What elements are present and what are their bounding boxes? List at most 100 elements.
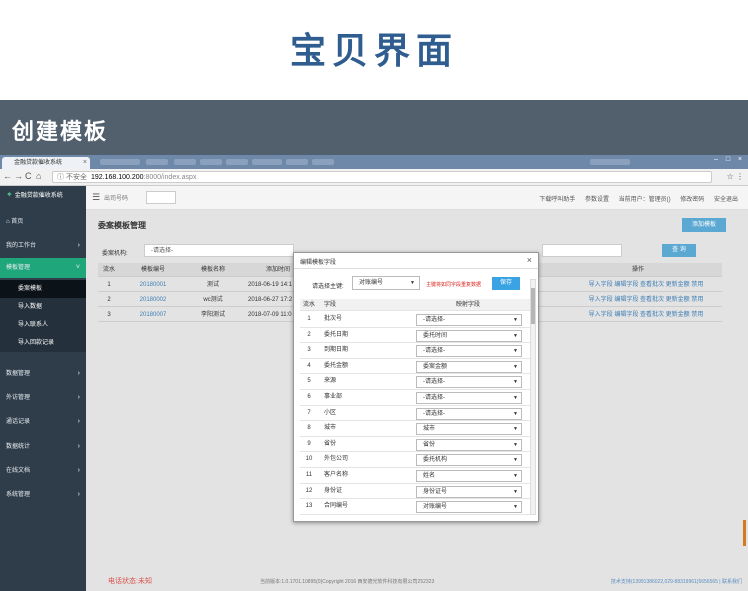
field-name: 外包公司: [324, 456, 349, 463]
sidebar-item-stats[interactable]: 数据统计 ›: [0, 437, 86, 457]
row-index: 11: [305, 472, 313, 478]
mapping-value: -请选择-: [423, 348, 445, 355]
column-header: 模板名称: [200, 267, 225, 273]
map-cell: 身份证号 ▼: [414, 484, 522, 499]
maximize-icon[interactable]: □: [722, 156, 734, 163]
row-index: 13: [305, 503, 313, 510]
download-helper-link[interactable]: 下载呼叫助手: [539, 197, 575, 203]
column-header: 映射字段: [455, 302, 480, 308]
cell-actions[interactable]: 导入字段 编辑字段 查看批次 更新金额 禁用: [576, 308, 716, 322]
mapping-select[interactable]: 城市 ▼: [416, 423, 522, 436]
mapping-row: 9 省份 省份 ▼: [300, 437, 530, 453]
sidebar-item-label: 在线文档: [6, 468, 31, 474]
sidebar-item-data[interactable]: 数据管理 ›: [0, 364, 86, 384]
mapping-table-header: 流水 字段 映射字段: [300, 299, 530, 311]
cell-code[interactable]: 20180007: [128, 308, 178, 322]
cell-actions[interactable]: 导入字段 编辑字段 查看批次 更新金额 禁用: [576, 293, 716, 307]
mapping-select[interactable]: -请选择- ▼: [416, 407, 522, 420]
chevron-right-icon: ›: [77, 443, 80, 450]
modal-scrollbar[interactable]: [530, 279, 536, 515]
mapping-select[interactable]: -请选择- ▼: [416, 376, 522, 389]
sidebar-item-templates[interactable]: 模板管理 ˅: [0, 258, 86, 278]
home-icon[interactable]: ⌂: [36, 171, 47, 181]
sidebar-subitem-import-data[interactable]: 导入数据: [0, 298, 86, 316]
page-title: 委案模板管理: [98, 221, 146, 230]
primary-key-select[interactable]: 对账编号 ▼: [352, 276, 420, 290]
row-index: 12: [305, 487, 313, 494]
back-icon[interactable]: ←: [3, 171, 14, 181]
sidebar: ✦ 金融贷款催收系统 ⌂ 首页 我的工作台 › 模板管理 ˅ 委案模板 导入数据 导入…: [0, 186, 86, 591]
security-indicator[interactable]: ⓘ 不安全: [57, 174, 87, 181]
tab-placeholder: [200, 159, 222, 165]
map-cell: -请选择- ▼: [414, 406, 522, 421]
browser-menu-icon[interactable]: ⋮: [736, 172, 744, 181]
close-window-icon[interactable]: ×: [734, 156, 746, 163]
cell-code[interactable]: 20180002: [128, 293, 178, 307]
hero-title: 宝贝界面: [289, 30, 458, 72]
mapping-row: 5 来源 -请选择- ▼: [300, 374, 530, 390]
field-name: 合同编号: [324, 503, 349, 510]
map-cell: 省份 ▼: [414, 437, 522, 452]
mapping-select[interactable]: -请选择- ▼: [416, 345, 522, 358]
minimize-icon[interactable]: –: [710, 156, 722, 163]
reload-icon[interactable]: C: [25, 171, 36, 181]
row-index: 5: [307, 378, 311, 385]
close-icon[interactable]: ×: [527, 255, 532, 265]
mapping-row: 6 事业部 -请选择- ▼: [300, 390, 530, 406]
sidebar-item-calls[interactable]: 通话记录 ›: [0, 412, 86, 432]
mapping-row: 1 批次号 -请选择- ▼: [300, 312, 530, 328]
query-button[interactable]: 查 询: [662, 244, 696, 257]
change-password-link[interactable]: 修改密码: [680, 197, 704, 203]
cell-actions[interactable]: 导入字段 编辑字段 查看批次 更新金额 禁用: [576, 278, 716, 292]
sidebar-subitem-case-template[interactable]: 委案模板: [0, 280, 86, 298]
mapping-select[interactable]: -请选择- ▼: [416, 392, 522, 404]
scrollbar-thumb[interactable]: [531, 288, 535, 324]
tab-close-icon[interactable]: ×: [83, 157, 87, 169]
caret-down-icon: ▼: [513, 410, 518, 417]
caller-id-input[interactable]: [146, 191, 176, 204]
column-header: 流水: [302, 302, 315, 308]
map-cell: 委案金额 ▼: [414, 359, 522, 374]
footer-support[interactable]: 技术支持(13991386022,029-88319961)5656565 | …: [611, 578, 742, 585]
mapping-select[interactable]: 对账编号 ▼: [416, 501, 522, 514]
browser-tab[interactable]: 金融贷款催收系统 ×: [2, 157, 90, 169]
save-button[interactable]: 保存: [492, 277, 520, 290]
sidebar-subitem-label: 导入回款记录: [18, 340, 55, 346]
logout-link[interactable]: 安全退出: [714, 197, 738, 203]
sidebar-item-workbench[interactable]: 我的工作台 ›: [0, 236, 86, 256]
mapping-select[interactable]: -请选择- ▼: [416, 314, 522, 326]
sidebar-item-visits[interactable]: 外访管理 ›: [0, 388, 86, 408]
settings-link[interactable]: 参数设置: [585, 197, 609, 203]
sidebar-item-system[interactable]: 系统管理 ›: [0, 485, 86, 505]
sidebar-subitem-import-contacts[interactable]: 导入联系人: [0, 316, 86, 334]
mapping-select[interactable]: 委案金额 ▼: [416, 360, 522, 373]
url-input[interactable]: ⓘ 不安全 192.168.100.200:8000/index.aspx: [52, 171, 712, 183]
map-cell: -请选择- ▼: [414, 343, 522, 358]
mapping-select[interactable]: 省份 ▼: [416, 438, 522, 451]
map-cell: -请选择- ▼: [414, 390, 522, 405]
row-index: 9: [307, 440, 311, 447]
mapping-row: 8 城市 城市 ▼: [300, 421, 530, 437]
hero-header: 宝贝界面: [0, 0, 748, 100]
sidebar-item-docs[interactable]: 在线文档 ›: [0, 461, 86, 481]
forward-icon[interactable]: →: [14, 171, 25, 181]
modal-header: 编辑模板字段 ×: [294, 253, 538, 269]
add-template-button[interactable]: 添加模板: [682, 218, 726, 232]
sidebar-subitem-import-payments[interactable]: 导入回款记录: [0, 334, 86, 352]
hamburger-icon[interactable]: ☰: [92, 192, 100, 203]
secondary-filter-input[interactable]: [542, 244, 622, 257]
bookmark-star-icon[interactable]: ☆: [727, 172, 734, 181]
mapping-value: 城市: [423, 426, 436, 433]
mapping-select[interactable]: 姓名 ▼: [416, 470, 522, 482]
sidebar-item-home[interactable]: ⌂ 首页: [0, 212, 86, 232]
field-name: 来源: [324, 378, 337, 385]
cell-name: 测试: [206, 282, 219, 288]
mapping-select[interactable]: 身份证号 ▼: [416, 485, 522, 498]
cell-code[interactable]: 20180001: [128, 278, 178, 292]
field-name: 身份证: [324, 487, 343, 494]
page-edge-marker: [743, 520, 746, 546]
mapping-select[interactable]: 委托机构 ▼: [416, 454, 522, 467]
institution-select[interactable]: -请选择-: [144, 244, 294, 257]
mapping-select[interactable]: 委托时间 ▼: [416, 329, 522, 342]
sidebar-subitem-label: 导入联系人: [18, 322, 49, 328]
